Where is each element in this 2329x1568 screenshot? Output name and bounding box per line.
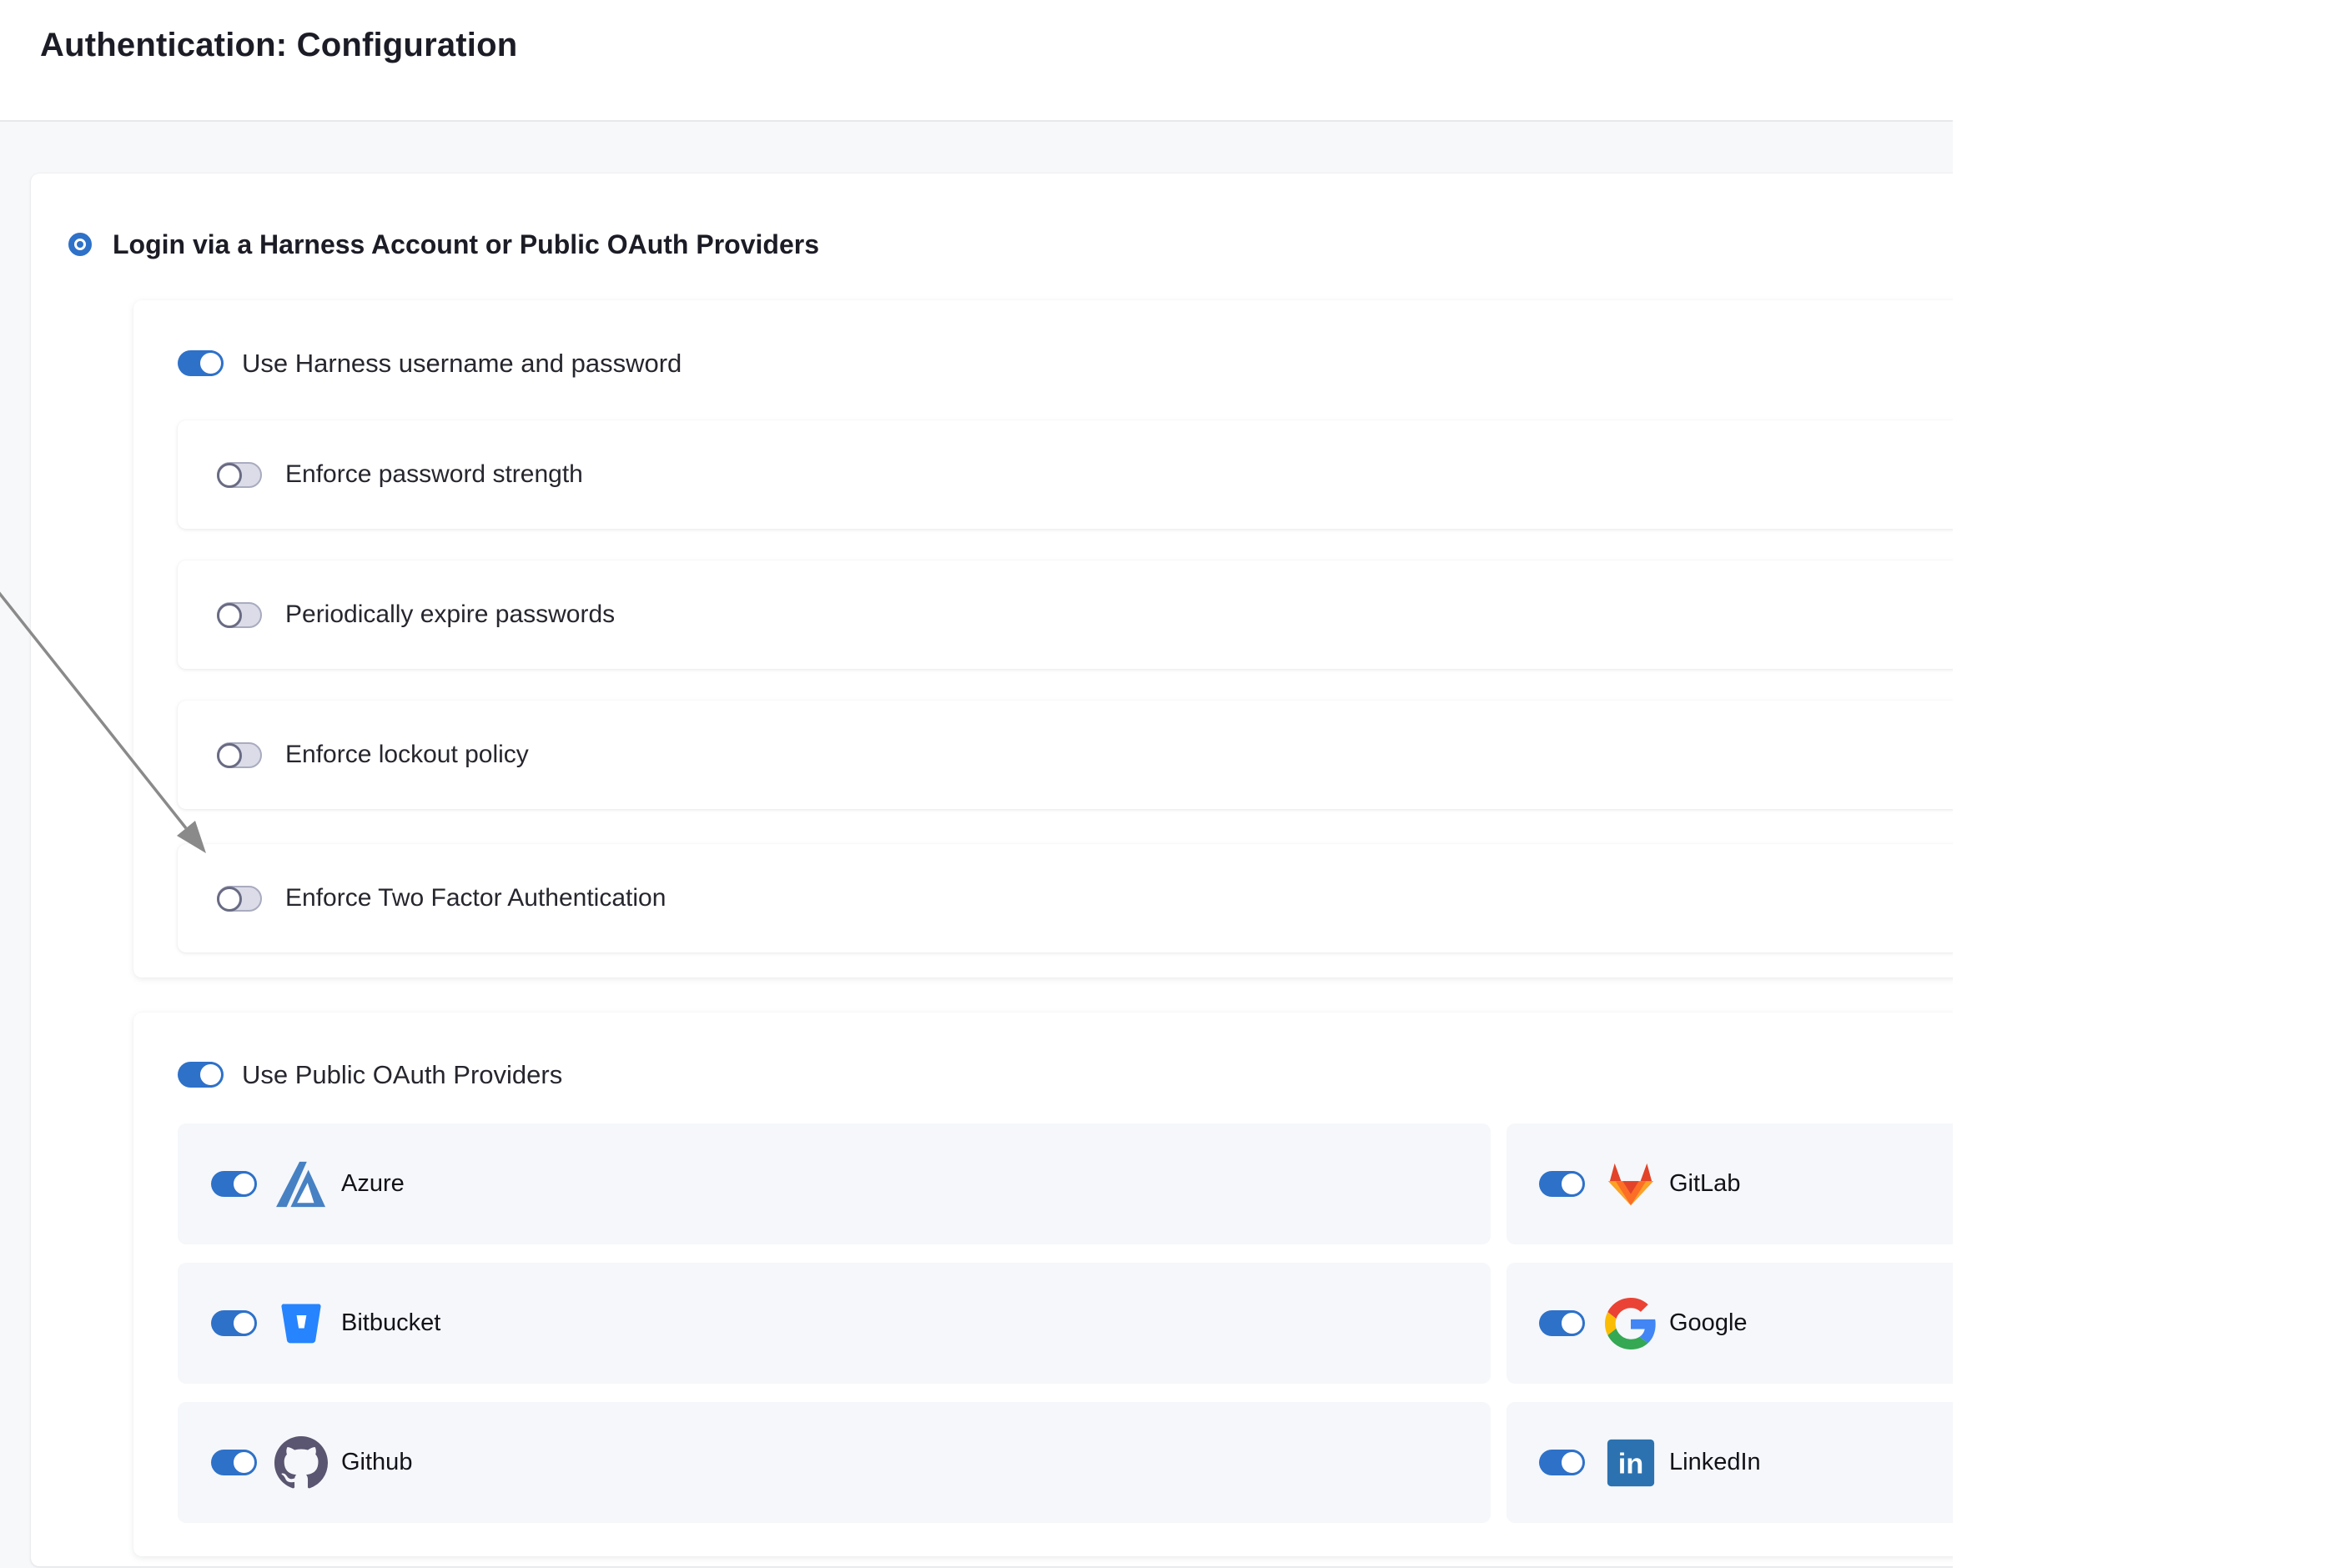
bitbucket-toggle[interactable] (211, 1310, 256, 1336)
toggle-knob (1559, 1171, 1585, 1197)
use-public-oauth-providers-toggle[interactable] (178, 1062, 223, 1088)
toggle-knob (231, 1310, 257, 1336)
enforce-two-factor-authentication-row: Enforce Two Factor Authentication (178, 844, 1953, 952)
option-label: Enforce lockout policy (285, 741, 529, 769)
option-label: Enforce Two Factor Authentication (285, 884, 666, 912)
toggle-knob (1559, 1450, 1585, 1475)
auth-settings-panel: Login via a Harness Account or Public OA… (0, 122, 1953, 1568)
github-toggle[interactable] (211, 1450, 256, 1475)
option-label: Periodically expire passwords (285, 601, 615, 629)
harness-login-toggle-label: Use Harness username and password (242, 349, 682, 379)
toggle-knob (217, 603, 242, 628)
provider-row-gitlab: GitLab (1507, 1123, 1953, 1244)
provider-row-github: Github (178, 1402, 1491, 1523)
toggle-knob (198, 1062, 224, 1088)
enforce-two-factor-authentication-toggle[interactable] (217, 886, 262, 912)
enforce-lockout-policy-toggle[interactable] (217, 742, 262, 768)
toggle-knob (217, 463, 242, 488)
login-option-label: Login via a Harness Account or Public OA… (113, 229, 819, 260)
provider-label: LinkedIn (1669, 1449, 1761, 1476)
gitlab-icon (1604, 1158, 1657, 1211)
toggle-knob (231, 1450, 257, 1475)
provider-label: GitLab (1669, 1170, 1740, 1198)
provider-row-linkedin: in LinkedIn (1507, 1402, 1953, 1523)
page-header: Authentication: Configuration (0, 0, 2329, 122)
radio-selected-icon[interactable] (68, 233, 92, 256)
linkedin-icon: in (1604, 1436, 1657, 1490)
github-icon (274, 1436, 328, 1490)
periodically-expire-passwords-toggle[interactable] (217, 602, 262, 628)
svg-text:in: in (1618, 1448, 1644, 1480)
provider-label: Github (341, 1449, 412, 1476)
provider-label: Azure (341, 1170, 405, 1198)
google-toggle[interactable] (1539, 1310, 1584, 1336)
azure-toggle[interactable] (211, 1171, 256, 1197)
toggle-knob (231, 1171, 257, 1197)
harness-login-toggle-row: Use Harness username and password (178, 350, 682, 376)
provider-row-azure: Azure (178, 1123, 1491, 1244)
linkedin-toggle[interactable] (1539, 1450, 1584, 1475)
provider-label: Bitbucket (341, 1309, 440, 1337)
option-label: Enforce password strength (285, 460, 583, 489)
provider-label: Google (1669, 1309, 1748, 1337)
toggle-knob (217, 887, 242, 912)
toggle-knob (1559, 1310, 1585, 1336)
enforce-password-strength-row: Enforce password strength (178, 420, 1953, 529)
oauth-toggle-row: Use Public OAuth Providers (178, 1062, 562, 1088)
toggle-knob (198, 350, 224, 376)
gitlab-toggle[interactable] (1539, 1171, 1584, 1197)
enforce-password-strength-toggle[interactable] (217, 462, 262, 488)
google-icon (1604, 1297, 1657, 1350)
page-title: Authentication: Configuration (40, 27, 517, 64)
periodically-expire-passwords-row: Periodically expire passwords (178, 560, 1953, 669)
use-harness-username-password-toggle[interactable] (178, 350, 223, 376)
bitbucket-icon (274, 1297, 328, 1350)
login-option-row: Login via a Harness Account or Public OA… (68, 231, 819, 258)
toggle-knob (217, 743, 242, 768)
enforce-lockout-policy-row: Enforce lockout policy (178, 701, 1953, 809)
provider-row-bitbucket: Bitbucket (178, 1263, 1491, 1384)
oauth-toggle-label: Use Public OAuth Providers (242, 1060, 562, 1090)
provider-row-google: Google (1507, 1263, 1953, 1384)
azure-icon (274, 1158, 328, 1211)
